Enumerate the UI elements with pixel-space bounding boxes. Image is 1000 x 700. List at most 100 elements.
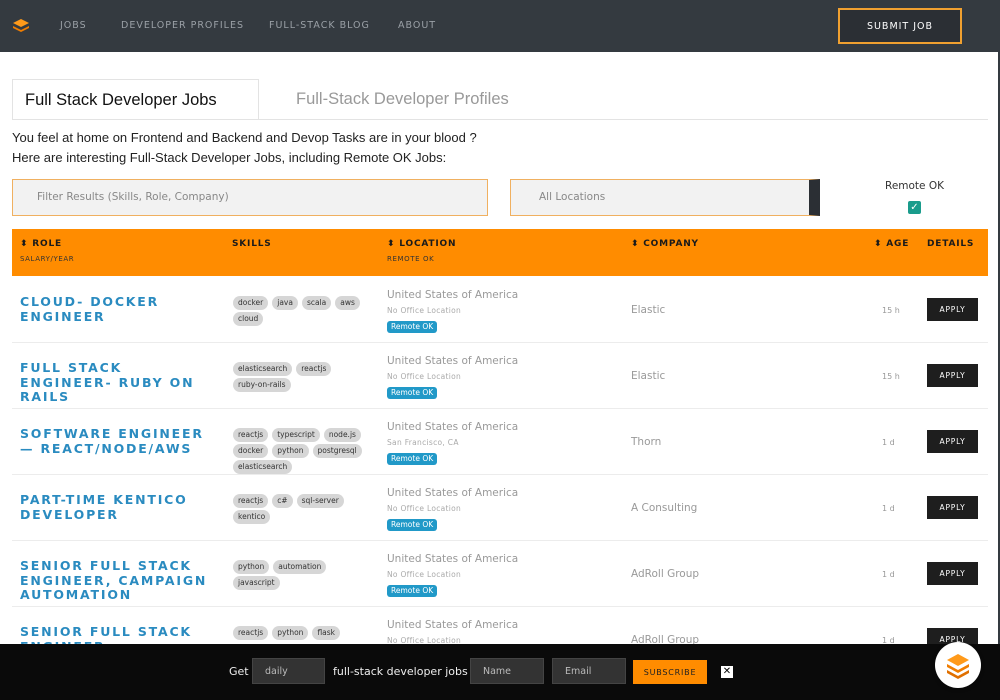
- skill-tag[interactable]: java: [272, 296, 298, 310]
- subscribe-bar: Get daily full-stack developer jobs Name…: [0, 644, 1000, 700]
- skill-tag[interactable]: elasticsearch: [233, 460, 293, 474]
- remote-ok-badge: Remote OK: [387, 387, 438, 399]
- skill-tag[interactable]: reactjs: [233, 494, 269, 508]
- company-name: Elastic: [631, 304, 666, 316]
- nav-link-about[interactable]: ABOUT: [398, 20, 436, 31]
- skill-tag[interactable]: aws: [335, 296, 360, 310]
- header-location[interactable]: ⬍ LOCATION: [387, 239, 456, 249]
- header-skills: SKILLS: [232, 239, 272, 249]
- skill-tag[interactable]: sql-server: [296, 494, 344, 508]
- location-select[interactable]: All Locations: [510, 179, 820, 216]
- header-location-sub: REMOTE OK: [387, 255, 435, 263]
- intro-text: You feel at home on Frontend and Backend…: [12, 128, 812, 168]
- location-office: San Francisco, CA: [387, 438, 459, 447]
- apply-button[interactable]: APPLY: [927, 496, 978, 519]
- email-input[interactable]: Email: [552, 658, 626, 684]
- skill-tag[interactable]: node.js: [323, 428, 361, 442]
- nav-link-developer-profiles[interactable]: DEVELOPER PROFILES: [121, 20, 244, 31]
- stack-logo-icon[interactable]: [12, 17, 30, 35]
- skill-tag[interactable]: reactjs: [233, 626, 269, 640]
- header-role[interactable]: ⬍ ROLE: [20, 239, 62, 249]
- tab-full-stack-profiles[interactable]: Full-Stack Developer Profiles: [296, 90, 509, 109]
- table-row[interactable]: SENIOR FULL STACK ENGINEER, CAMPAIGN AUT…: [12, 541, 988, 607]
- skill-tags: reactjs typescript node.js docker python post…: [233, 428, 373, 474]
- skill-tag[interactable]: docker: [233, 296, 269, 310]
- skill-tag[interactable]: flask: [312, 626, 341, 640]
- skill-tags: elasticsearch reactjs ruby-on-rails: [233, 362, 373, 392]
- skill-tag[interactable]: cloud: [233, 312, 264, 326]
- subscribe-button[interactable]: SUBSCRIBE: [633, 660, 707, 684]
- apply-button[interactable]: APPLY: [927, 430, 978, 453]
- table-row[interactable]: PART-TIME KENTICO DEVELOPER reactjs c# sql…: [12, 475, 988, 541]
- skill-tag[interactable]: python: [272, 626, 309, 640]
- company-name: Thorn: [631, 436, 662, 448]
- job-role-link[interactable]: SENIOR FULL STACK ENGINEER, CAMPAIGN AUT…: [20, 558, 220, 603]
- skill-tags: reactjs python flask: [233, 626, 373, 640]
- skill-tags: docker java scala aws cloud: [233, 296, 373, 326]
- company-name: A Consulting: [631, 502, 698, 514]
- location-office: No Office Location: [387, 372, 462, 381]
- skill-tag[interactable]: docker: [233, 444, 269, 458]
- top-navbar: JOBS DEVELOPER PROFILES FULL-STACK BLOG …: [0, 0, 1000, 52]
- table-row[interactable]: SOFTWARE ENGINEER — REACT/NODE/AWS react…: [12, 409, 988, 475]
- apply-button[interactable]: APPLY: [927, 298, 978, 321]
- apply-button[interactable]: APPLY: [927, 364, 978, 387]
- table-row[interactable]: CLOUD- DOCKER ENGINEER docker java scala aw…: [12, 277, 988, 343]
- remote-ok-badge: Remote OK: [387, 585, 438, 597]
- sort-icon: ⬍: [874, 239, 883, 249]
- location-office: No Office Location: [387, 504, 462, 513]
- job-age: 1 d: [882, 438, 895, 447]
- job-age: 1 d: [882, 504, 895, 513]
- location-country: United States of America: [387, 289, 519, 301]
- sort-icon: ⬍: [387, 239, 396, 249]
- skill-tag[interactable]: c#: [272, 494, 293, 508]
- skill-tag[interactable]: python: [272, 444, 309, 458]
- frequency-select[interactable]: daily: [252, 658, 325, 684]
- skill-tag[interactable]: kentico: [233, 510, 271, 524]
- location-country: United States of America: [387, 619, 519, 631]
- tab-divider: [12, 119, 988, 120]
- remote-ok-badge: Remote OK: [387, 453, 438, 465]
- skill-tag[interactable]: ruby-on-rails: [233, 378, 291, 392]
- skill-tag[interactable]: reactjs: [296, 362, 332, 376]
- name-input[interactable]: Name: [470, 658, 544, 684]
- location-country: United States of America: [387, 355, 519, 367]
- job-role-link[interactable]: FULL STACK ENGINEER- RUBY ON RAILS: [20, 360, 220, 405]
- stack-logo-fab[interactable]: [935, 642, 981, 688]
- intro-line-2: Here are interesting Full-Stack Develope…: [12, 150, 447, 165]
- remote-ok-label: Remote OK: [885, 180, 945, 192]
- header-role-sub: SALARY/YEAR: [20, 255, 75, 263]
- job-role-link[interactable]: SOFTWARE ENGINEER — REACT/NODE/AWS: [20, 426, 220, 456]
- subscribe-description: full-stack developer jobs: [333, 665, 468, 678]
- jobs-table-header: ⬍ ROLE SALARY/YEAR SKILLS ⬍ LOCATION REM…: [12, 229, 988, 276]
- submit-job-button[interactable]: SUBMIT JOB: [838, 8, 962, 44]
- header-age[interactable]: ⬍ AGE: [874, 239, 909, 249]
- skill-tag[interactable]: automation: [273, 560, 327, 574]
- skill-tag[interactable]: reactjs: [233, 428, 269, 442]
- nav-link-jobs[interactable]: JOBS: [60, 20, 87, 31]
- skill-tag[interactable]: scala: [301, 296, 332, 310]
- remote-ok-checkbox[interactable]: ✓: [908, 201, 921, 214]
- remote-ok-badge: Remote OK: [387, 519, 438, 531]
- skill-tags: reactjs c# sql-server kentico: [233, 494, 373, 524]
- skill-tag[interactable]: javascript: [233, 576, 280, 590]
- remote-ok-badge: Remote OK: [387, 321, 438, 333]
- skill-tag[interactable]: python: [233, 560, 270, 574]
- job-role-link[interactable]: PART-TIME KENTICO DEVELOPER: [20, 492, 220, 522]
- location-country: United States of America: [387, 553, 519, 565]
- nav-link-full-stack-blog[interactable]: FULL-STACK BLOG: [269, 20, 370, 31]
- skill-tag[interactable]: postgresql: [312, 444, 362, 458]
- company-name: AdRoll Group: [631, 568, 700, 580]
- filter-results-input[interactable]: Filter Results (Skills, Role, Company): [12, 179, 488, 216]
- tab-full-stack-jobs[interactable]: Full Stack Developer Jobs: [12, 79, 259, 120]
- job-role-link[interactable]: CLOUD- DOCKER ENGINEER: [20, 294, 220, 324]
- sort-icon: ⬍: [20, 239, 29, 249]
- header-company[interactable]: ⬍ COMPANY: [631, 239, 699, 249]
- close-icon[interactable]: ✕: [721, 666, 733, 678]
- apply-button[interactable]: APPLY: [927, 562, 978, 585]
- job-age: 15 h: [882, 306, 900, 315]
- table-row[interactable]: FULL STACK ENGINEER- RUBY ON RAILS elast…: [12, 343, 988, 409]
- subscribe-get-text: Get: [229, 665, 249, 678]
- skill-tag[interactable]: typescript: [272, 428, 320, 442]
- skill-tag[interactable]: elasticsearch: [233, 362, 293, 376]
